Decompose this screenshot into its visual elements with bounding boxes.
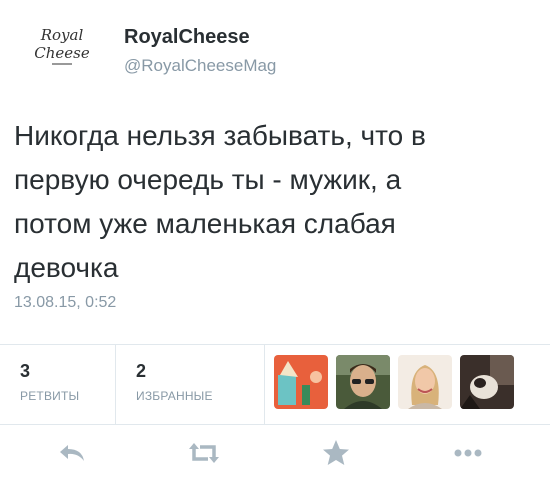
tweet-text-line: первую очередь ты - мужик, а <box>14 164 402 195</box>
account-name[interactable]: RoyalCheese <box>124 26 250 49</box>
tweet-actions <box>0 425 550 481</box>
more-dots-icon[interactable] <box>450 435 486 471</box>
retweets-label: РЕТВИТЫ <box>20 389 80 403</box>
favorites-label: ИЗБРАННЫЕ <box>136 389 213 403</box>
reply-icon[interactable] <box>54 435 90 471</box>
tweet-text: Никогда нельзя забывать, что в первую оч… <box>14 114 534 290</box>
tweet-text-line: Никогда нельзя забывать, что в <box>14 120 426 151</box>
stat-separator <box>264 345 265 424</box>
favorite-star-icon[interactable] <box>318 435 354 471</box>
favorites-stat[interactable]: 2 ИЗБРАННЫЕ <box>116 345 264 424</box>
user-avatar[interactable] <box>460 355 514 409</box>
tweet-text-line: потом уже маленькая слабая <box>14 208 396 239</box>
user-avatar[interactable] <box>398 355 452 409</box>
account-handle[interactable]: @RoyalCheeseMag <box>124 56 276 76</box>
tweet-header: Royal Cheese RoyalCheese @RoyalCheeseMag <box>14 14 534 78</box>
tweet-text-line: девочка <box>14 252 119 283</box>
retweets-stat[interactable]: 3 РЕТВИТЫ <box>0 345 115 424</box>
tweet-timestamp[interactable]: 13.08.15, 0:52 <box>14 294 116 312</box>
user-avatar[interactable] <box>336 355 390 409</box>
retweets-count: 3 <box>20 361 31 381</box>
user-avatar[interactable] <box>274 355 328 409</box>
favoriters-avatars <box>274 355 544 409</box>
favorites-count: 2 <box>136 361 147 381</box>
royal-cheese-logo-icon[interactable]: Royal Cheese <box>32 22 92 70</box>
svg-text:Royal: Royal <box>40 26 84 44</box>
retweet-icon[interactable] <box>186 435 222 471</box>
svg-text:Cheese: Cheese <box>34 44 90 62</box>
